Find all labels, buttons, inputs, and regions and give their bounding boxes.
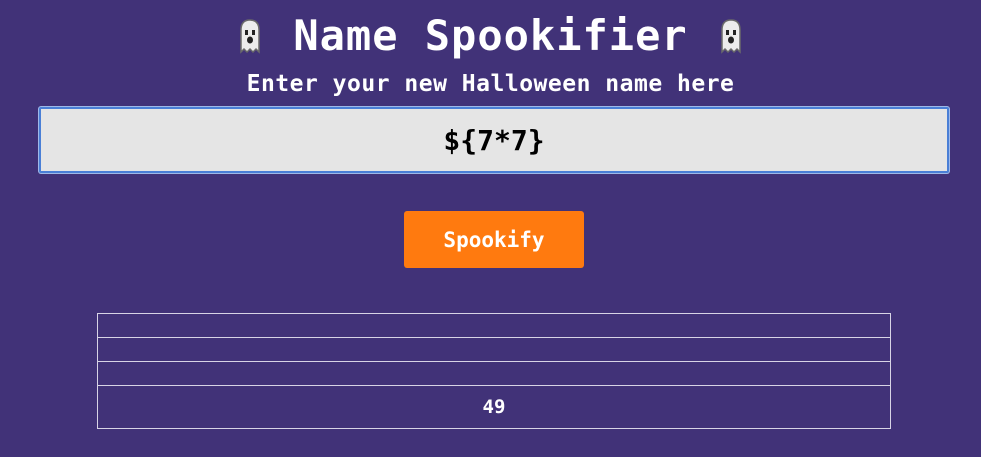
ghost-icon [240, 19, 261, 54]
page-subtitle: Enter your new Halloween name here [246, 71, 735, 97]
table-row [97, 337, 891, 362]
result-cell [97, 313, 891, 338]
table-row [97, 313, 891, 338]
table-row [97, 361, 891, 386]
result-cell [97, 361, 891, 386]
title-row: Name Spookifier [0, 12, 981, 60]
result-cell: 49 [97, 385, 891, 429]
ghost-icon [720, 19, 741, 54]
results-table: 49 [97, 313, 891, 429]
name-input[interactable] [39, 107, 949, 173]
spookify-button[interactable]: Spookify [404, 211, 584, 268]
table-row: 49 [97, 385, 891, 429]
result-cell [97, 337, 891, 362]
page-title: Name Spookifier [293, 11, 688, 60]
